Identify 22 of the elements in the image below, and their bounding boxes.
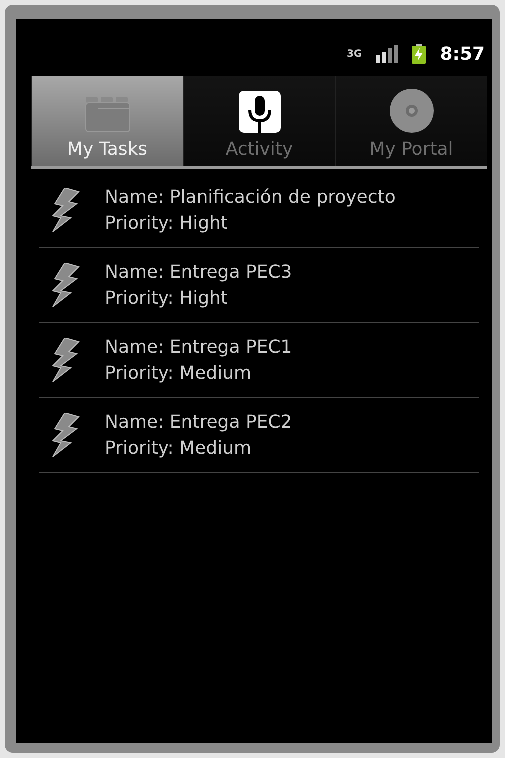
lightning-icon	[51, 188, 81, 232]
task-priority: Priority: Medium	[105, 362, 253, 384]
lightning-icon	[51, 413, 81, 457]
tab[interactable]: Activity	[183, 76, 335, 166]
network-type: 3G	[347, 48, 362, 60]
lightning-icon	[51, 263, 81, 307]
task-priority: Priority: Hight	[105, 212, 229, 234]
task-name: Name: Entrega PEC3	[105, 262, 292, 282]
task-priority: Priority: Hight	[105, 288, 229, 308]
signal-icon	[376, 45, 398, 63]
task-name: Name: Planificación de proyecto	[105, 186, 396, 208]
disc-icon	[390, 89, 434, 133]
microphone-icon	[238, 91, 280, 133]
battery-charging-icon	[412, 44, 426, 64]
task-name: Name: Entrega PEC1	[105, 336, 292, 358]
lightning-icon	[51, 338, 81, 382]
task-name: Name: Entrega PEC2	[105, 412, 292, 432]
tab[interactable]: My Portal	[335, 76, 487, 166]
task-priority: Priority: Medium	[105, 438, 253, 458]
folder-icon	[84, 95, 130, 133]
tab[interactable]: My Tasks	[31, 76, 183, 166]
clock-time: 8:57	[440, 44, 485, 64]
